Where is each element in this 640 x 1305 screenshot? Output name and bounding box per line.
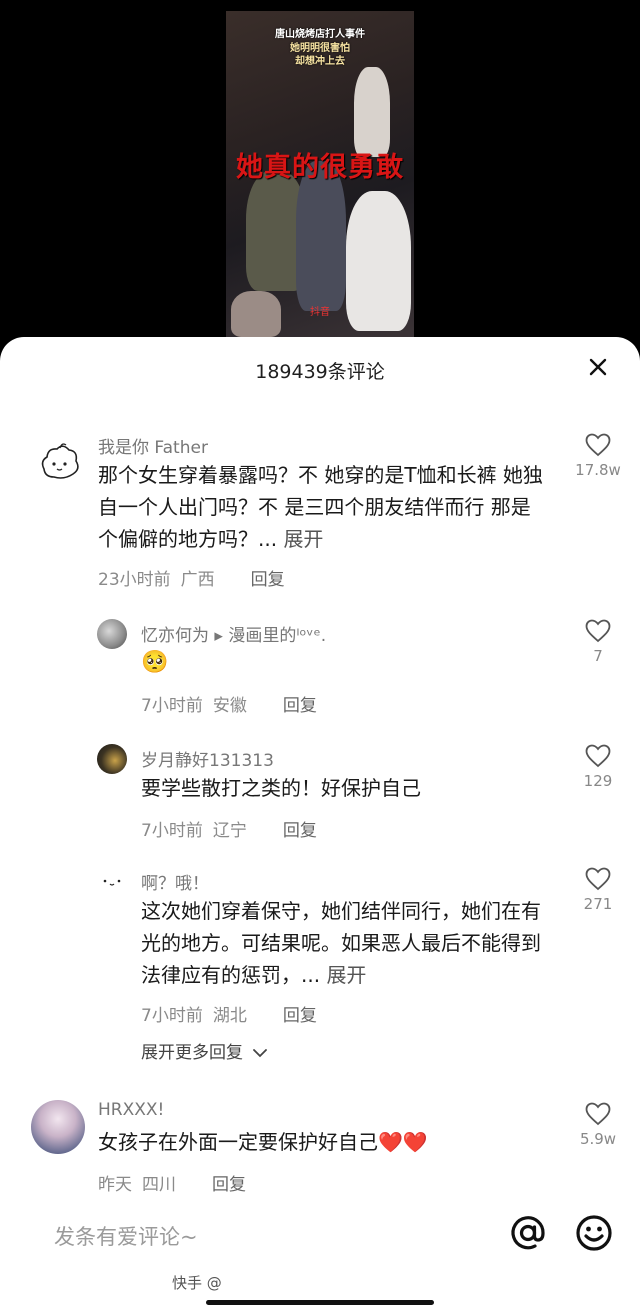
panel-header: 189439条评论 <box>0 337 640 401</box>
comments-panel: 189439条评论 我是你 Father 那个女生穿着暴露吗？不 她穿的是T恤和… <box>0 337 640 1305</box>
comment-time: 23小时前 <box>98 570 171 590</box>
comment-meta: 7小时前 安徽 回复 <box>141 691 327 716</box>
video-watermark: 抖音 <box>310 307 330 318</box>
like-count: 7 <box>593 647 603 665</box>
reply-button[interactable]: 回复 <box>212 1175 246 1195</box>
comment-username[interactable]: 我是你 Father <box>98 433 208 458</box>
comment-count-title: 189439条评论 <box>255 361 385 383</box>
video-area[interactable]: 唐山烧烤店打人事件 她明明很害怕 却想冲上去 她真的很勇敢 抖音 <box>0 0 640 345</box>
avatar[interactable] <box>31 1100 85 1154</box>
home-indicator[interactable] <box>206 1300 434 1305</box>
like-count: 17.8w <box>575 461 621 479</box>
comment-location: 湖北 <box>212 1006 247 1026</box>
like-count: 271 <box>583 895 613 913</box>
reply-item: 忆亦何为 ▸ 漫画里的ᴵᵒᵛᵉ. 🥺 7小时前 安徽 回复 7 <box>0 617 640 727</box>
comment-username[interactable]: 忆亦何为 ▸ 漫画里的ᴵᵒᵛᵉ. <box>141 621 326 646</box>
expand-link[interactable]: 展开 <box>283 527 323 551</box>
comment-text: 要学些散打之类的！好保护自己 <box>141 776 421 800</box>
close-button[interactable] <box>586 355 610 379</box>
heart-icon <box>585 619 611 643</box>
heart-icon <box>585 744 611 768</box>
like-button[interactable]: 17.8w <box>570 433 626 479</box>
comment-item: 我是你 Father 那个女生穿着暴露吗？不 她穿的是T恤和长裤 她独自一个人出… <box>0 433 640 593</box>
emoji-button[interactable] <box>574 1213 614 1253</box>
comment-input-bar: 发条有爱评论~ <box>0 1193 640 1273</box>
reply-item: 岁月静好131313 要学些散打之类的！好保护自己 7小时前 辽宁 回复 129 <box>0 742 640 852</box>
comment-username[interactable]: 啊？哦！ <box>141 869 209 894</box>
close-icon <box>589 358 607 376</box>
like-count: 129 <box>583 772 613 790</box>
comment-location: 广西 <box>180 570 215 590</box>
comment-item: HRXXX! 女孩子在外面一定要保护好自己❤️❤️ 昨天 四川 回复 5.9w <box>0 1100 640 1195</box>
like-button[interactable]: 129 <box>570 744 626 790</box>
comment-meta: 7小时前 湖北 回复 <box>141 1001 327 1026</box>
like-button[interactable]: 271 <box>570 867 626 913</box>
comment-meta: 23小时前 广西 回复 <box>98 565 295 590</box>
video-figure <box>354 67 390 157</box>
watermark: 快手 @ <box>172 1274 222 1292</box>
comment-username[interactable]: HRXXX! <box>98 1100 164 1120</box>
video-caption: 她明明很害怕 <box>290 43 350 54</box>
comment-text: 🥺 <box>141 650 169 675</box>
more-replies-button[interactable]: 展开更多回复 <box>141 1038 268 1063</box>
video-caption: 却想冲上去 <box>295 56 345 67</box>
video-frame[interactable]: 唐山烧烤店打人事件 她明明很害怕 却想冲上去 她真的很勇敢 抖音 <box>226 11 414 337</box>
like-button[interactable]: 7 <box>570 619 626 665</box>
video-overlay-text: 她真的很勇敢 <box>236 152 404 183</box>
heart-icon <box>585 433 611 457</box>
avatar[interactable] <box>36 439 82 485</box>
avatar[interactable] <box>97 744 127 774</box>
more-replies-label: 展开更多回复 <box>141 1043 243 1063</box>
reply-button[interactable]: 回复 <box>283 1006 317 1026</box>
comment-location: 安徽 <box>212 696 247 716</box>
chevron-down-icon <box>253 1049 268 1058</box>
reply-button[interactable]: 回复 <box>251 570 285 590</box>
at-icon <box>511 1216 545 1250</box>
like-button[interactable]: 5.9w <box>570 1102 626 1148</box>
expand-link[interactable]: 展开 <box>326 963 366 987</box>
comment-text: 这次她们穿着保守，她们结伴同行，她们在有光的地方。可结果呢。如果恶人最后不能得到… <box>141 895 541 991</box>
comment-text: 女孩子在外面一定要保护好自己❤️❤️ <box>98 1130 428 1154</box>
reply-item: 啊？哦！ 这次她们穿着保守，她们结伴同行，她们在有光的地方。可结果呢。如果恶人最… <box>0 865 640 1026</box>
comment-time: 7小时前 <box>141 696 203 716</box>
comment-meta: 7小时前 辽宁 回复 <box>141 816 327 841</box>
heart-icon <box>585 867 611 891</box>
comment-time: 昨天 <box>98 1175 132 1195</box>
comment-username[interactable]: 岁月静好131313 <box>141 746 274 771</box>
comment-text: 那个女生穿着暴露吗？不 她穿的是T恤和长裤 她独自一个人出门吗？不 是三四个朋友… <box>98 459 546 555</box>
heart-icon <box>585 1102 611 1126</box>
avatar[interactable] <box>97 867 127 897</box>
comment-location: 四川 <box>142 1175 176 1195</box>
comment-meta: 昨天 四川 回复 <box>98 1170 256 1195</box>
video-caption: 唐山烧烤店打人事件 <box>275 29 365 40</box>
smiley-icon <box>576 1215 612 1251</box>
reply-button[interactable]: 回复 <box>283 821 317 841</box>
comment-input[interactable]: 发条有爱评论~ <box>54 1221 198 1251</box>
comment-time: 7小时前 <box>141 821 203 841</box>
mention-button[interactable] <box>508 1213 548 1253</box>
reply-button[interactable]: 回复 <box>283 696 317 716</box>
comment-time: 7小时前 <box>141 1006 203 1026</box>
cloud-avatar-icon <box>41 443 79 479</box>
face-avatar-icon <box>103 879 121 886</box>
avatar[interactable] <box>97 619 127 649</box>
comment-location: 辽宁 <box>212 821 247 841</box>
like-count: 5.9w <box>579 1130 617 1148</box>
